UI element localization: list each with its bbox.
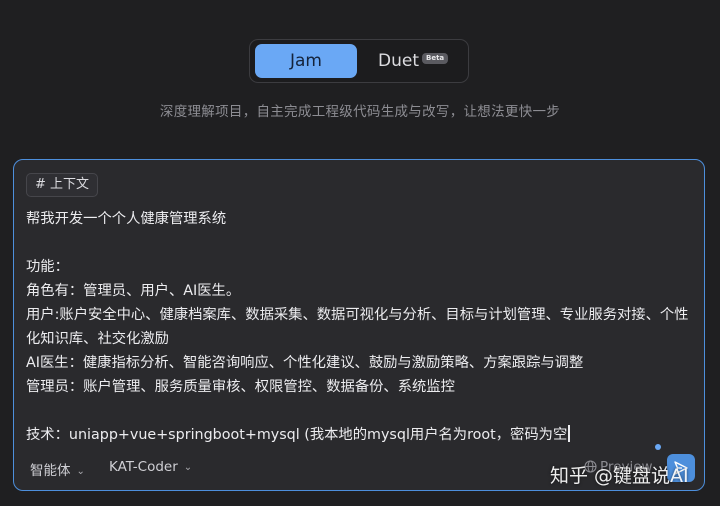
prompt-line: 用户:账户安全中心、健康档案库、数据采集、数据可视化与分析、目标与计划管理、专业… [26,307,689,347]
preview-indicator-dot [655,444,661,450]
page-subtitle: 深度理解项目，自主完成工程级代码生成与改写，让想法更快一步 [159,104,561,120]
mode-jam-tab[interactable]: Jam [255,44,357,78]
model-select[interactable]: KAT-Coder ⌄ [109,459,192,475]
prompt-line: AI医生：健康指标分析、智能咨询响应、个性化建议、鼓励与激励策略、方案跟踪与调整 [26,355,584,371]
prompt-line: 技术：uniapp+vue+springboot+mysql (我本地的mysq… [26,427,568,443]
prompt-line: 管理员：账户管理、服务质量审核、权限管控、数据备份、系统监控 [26,379,455,395]
prompt-line: 功能： [26,259,69,275]
agent-select[interactable]: 智能体 ⌄ [30,459,85,479]
mode-toggle: Jam Duet Beta [249,39,469,83]
text-caret [568,425,570,442]
model-select-label: KAT-Coder [109,459,178,475]
prompt-line: 角色有：管理员、用户、AI医生。 [26,283,241,299]
chevron-down-icon: ⌄ [76,466,85,477]
beta-badge: Beta [422,53,449,64]
page: Jam Duet Beta 深度理解项目，自主完成工程级代码生成与改写，让想法更快… [0,0,720,506]
chevron-down-icon: ⌄ [183,462,193,473]
watermark: 知乎 @键盘说AI [550,465,689,487]
mode-duet-tab[interactable]: Duet Beta [368,44,464,78]
prompt-composer[interactable]: # 上下文 帮我开发一个个人健康管理系统 功能： 角色有：管理员、用户、AI医生… [13,159,705,491]
prompt-textarea[interactable]: 帮我开发一个个人健康管理系统 功能： 角色有：管理员、用户、AI医生。 用户:账… [26,207,694,447]
context-chip[interactable]: # 上下文 [26,173,99,197]
duet-label: Duet [378,51,419,71]
prompt-line: 帮我开发一个个人健康管理系统 [26,211,227,227]
agent-select-label: 智能体 [30,463,71,479]
